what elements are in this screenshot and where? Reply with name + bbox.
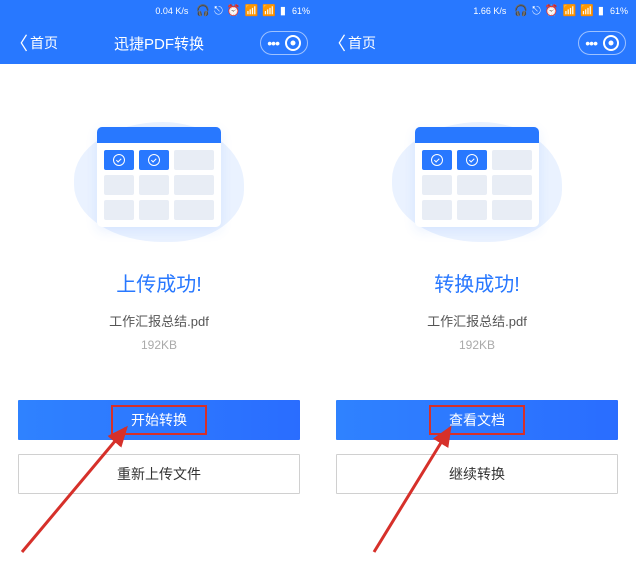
screen-right: 1.66 K/s 🎧 ⎋ ⏰ 📶 📶 ▮ 61% 〈 首页 ••• [318,0,636,562]
filename-label: 工作汇报总结.pdf [109,311,209,330]
header-actions: ••• [260,31,308,55]
button-group: 开始转换 重新上传文件 [0,400,318,494]
upload-illustration [74,112,244,242]
signal-icon-2: 📶 [262,6,276,17]
page-title: 迅捷PDF转换 [114,33,204,54]
reupload-button[interactable]: 重新上传文件 [18,454,300,494]
primary-btn-label: 查看文档 [449,410,505,430]
filename-label: 工作汇报总结.pdf [427,311,527,330]
close-target-icon [603,35,619,51]
menu-dots-icon: ••• [585,36,597,50]
menu-dots-icon: ••• [267,36,279,50]
nfc-icon: ⎋ [214,6,223,17]
status-title: 上传成功! [116,268,202,297]
header-actions: ••• [578,31,626,55]
headphones-icon: 🎧 [196,6,210,17]
back-chevron-icon[interactable]: 〈 [10,30,28,56]
view-document-button[interactable]: 查看文档 [336,400,618,440]
filesize-label: 192KB [459,338,495,352]
network-speed: 1.66 K/s [473,6,506,16]
convert-illustration [392,112,562,242]
network-speed: 0.04 K/s [155,6,188,16]
filesize-label: 192KB [141,338,177,352]
close-target-icon [285,35,301,51]
battery-icon: ▮ [280,6,286,17]
status-bar: 0.04 K/s 🎧 ⎋ ⏰ 📶 📶 ▮ 61% [0,0,318,22]
status-title: 转换成功! [434,268,520,297]
continue-convert-button[interactable]: 继续转换 [336,454,618,494]
status-bar: 1.66 K/s 🎧 ⎋ ⏰ 📶 📶 ▮ 61% [318,0,636,22]
screen-left: 0.04 K/s 🎧 ⎋ ⏰ 📶 📶 ▮ 61% 〈 首页 迅捷PDF转换 ••… [0,0,318,562]
secondary-btn-label: 重新上传文件 [117,464,201,484]
signal-icon: 📶 [563,6,577,17]
back-button[interactable]: 首页 [348,33,376,53]
signal-icon-2: 📶 [580,6,594,17]
primary-btn-label: 开始转换 [131,410,187,430]
battery-icon: ▮ [598,6,604,17]
back-button[interactable]: 首页 [30,33,58,53]
alarm-icon: ⏰ [545,6,559,17]
back-chevron-icon[interactable]: 〈 [328,30,346,56]
battery-percent: 61% [610,6,628,16]
main-content: 转换成功! 工作汇报总结.pdf 192KB 查看文档 继续转换 [318,64,636,562]
button-group: 查看文档 继续转换 [318,400,636,494]
miniprogram-menu[interactable]: ••• [578,31,626,55]
battery-percent: 61% [292,6,310,16]
secondary-btn-label: 继续转换 [449,464,505,484]
main-content: 上传成功! 工作汇报总结.pdf 192KB 开始转换 重新上传文件 [0,64,318,562]
headphones-icon: 🎧 [514,6,528,17]
alarm-icon: ⏰ [227,6,241,17]
start-convert-button[interactable]: 开始转换 [18,400,300,440]
nfc-icon: ⎋ [532,6,541,17]
app-header: 〈 首页 迅捷PDF转换 ••• [0,22,318,64]
signal-icon: 📶 [245,6,259,17]
miniprogram-menu[interactable]: ••• [260,31,308,55]
app-header: 〈 首页 ••• [318,22,636,64]
